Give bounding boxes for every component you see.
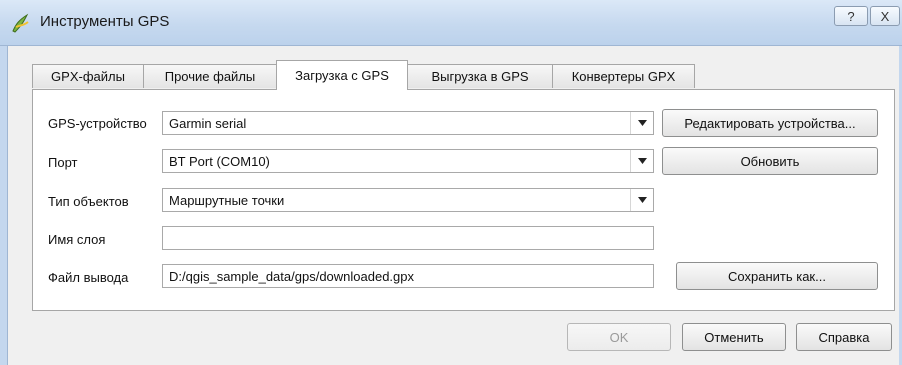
title-bar: Инструменты GPS ? X <box>0 0 902 46</box>
layer-name-input[interactable] <box>163 227 653 249</box>
tab-gpx-converters[interactable]: Конвертеры GPX <box>552 64 695 88</box>
gps-device-value: Garmin serial <box>169 116 247 131</box>
feature-type-select[interactable]: Маршрутные точки <box>162 188 654 212</box>
window-title: Инструменты GPS <box>40 13 170 30</box>
qgis-logo-icon <box>12 13 29 33</box>
port-value: BT Port (COM10) <box>169 154 270 169</box>
chevron-down-icon[interactable] <box>630 189 653 211</box>
cancel-button[interactable]: Отменить <box>682 323 786 351</box>
help-button[interactable]: Справка <box>796 323 892 351</box>
layer-name-field[interactable] <box>162 226 654 250</box>
window-frame-left <box>0 46 8 365</box>
output-file-field[interactable] <box>162 264 654 288</box>
save-as-button[interactable]: Сохранить как... <box>676 262 878 290</box>
tab-other-files[interactable]: Прочие файлы <box>143 64 277 88</box>
feature-type-label: Тип объектов <box>48 194 129 209</box>
window-help-button[interactable]: ? <box>834 6 868 26</box>
tab-download-from-gps[interactable]: Загрузка с GPS <box>276 60 408 90</box>
port-select[interactable]: BT Port (COM10) <box>162 149 654 173</box>
output-file-label: Файл вывода <box>48 270 129 285</box>
chevron-down-icon[interactable] <box>630 112 653 134</box>
refresh-button[interactable]: Обновить <box>662 147 878 175</box>
output-file-input[interactable] <box>163 265 653 287</box>
port-label: Порт <box>48 155 78 170</box>
feature-type-value: Маршрутные точки <box>169 193 285 208</box>
chevron-down-icon[interactable] <box>630 150 653 172</box>
ok-button[interactable]: OK <box>567 323 671 351</box>
gps-device-label: GPS-устройство <box>48 116 147 131</box>
window-close-button[interactable]: X <box>870 6 900 26</box>
layer-name-label: Имя слоя <box>48 232 106 247</box>
tab-upload-to-gps[interactable]: Выгрузка в GPS <box>407 64 553 88</box>
tab-gpx-files[interactable]: GPX-файлы <box>32 64 144 88</box>
gps-device-select[interactable]: Garmin serial <box>162 111 654 135</box>
edit-devices-button[interactable]: Редактировать устройства... <box>662 109 878 137</box>
